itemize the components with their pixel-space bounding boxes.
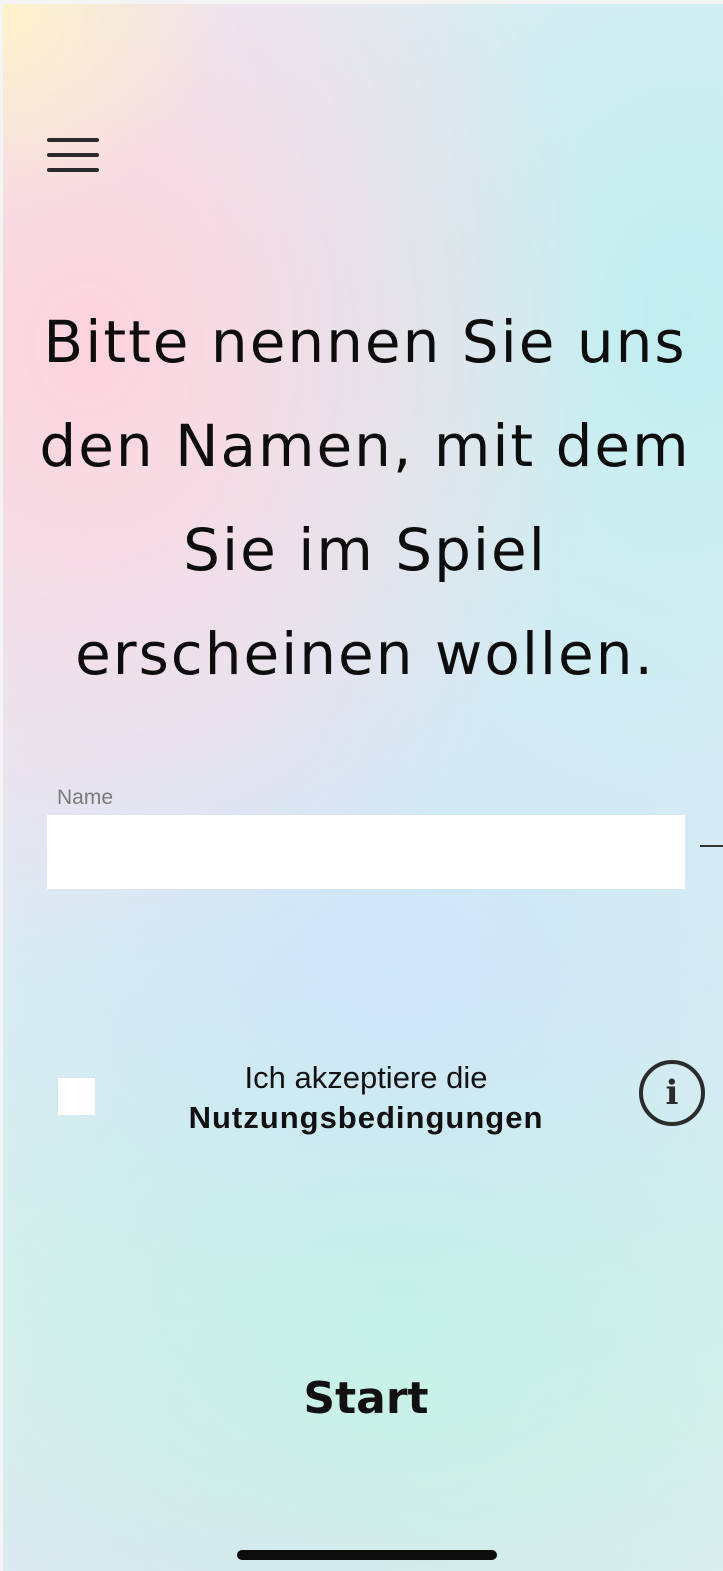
menu-bar bbox=[47, 168, 99, 172]
page-title: Bitte nennen Sie uns den Namen, mit dem … bbox=[39, 308, 691, 688]
info-glyph: i bbox=[665, 1073, 679, 1113]
terms-text: Ich akzeptiere die Nutzungsbedingungen bbox=[150, 1058, 582, 1138]
info-icon[interactable]: i bbox=[639, 1060, 705, 1126]
terms-prefix: Ich akzeptiere die bbox=[244, 1060, 488, 1095]
menu-bar bbox=[47, 138, 99, 142]
top-edge bbox=[0, 0, 723, 4]
start-button[interactable]: Start bbox=[250, 1362, 482, 1434]
name-input[interactable] bbox=[47, 815, 685, 889]
hamburger-menu-icon[interactable] bbox=[40, 128, 106, 182]
terms-link[interactable]: Nutzungsbedingungen bbox=[150, 1098, 582, 1138]
scroll-edge-indicator bbox=[700, 845, 723, 847]
home-indicator[interactable] bbox=[237, 1550, 497, 1560]
left-edge bbox=[0, 0, 3, 1571]
terms-checkbox[interactable] bbox=[58, 1078, 95, 1115]
menu-bar bbox=[47, 153, 99, 157]
name-field-label: Name bbox=[57, 786, 114, 809]
